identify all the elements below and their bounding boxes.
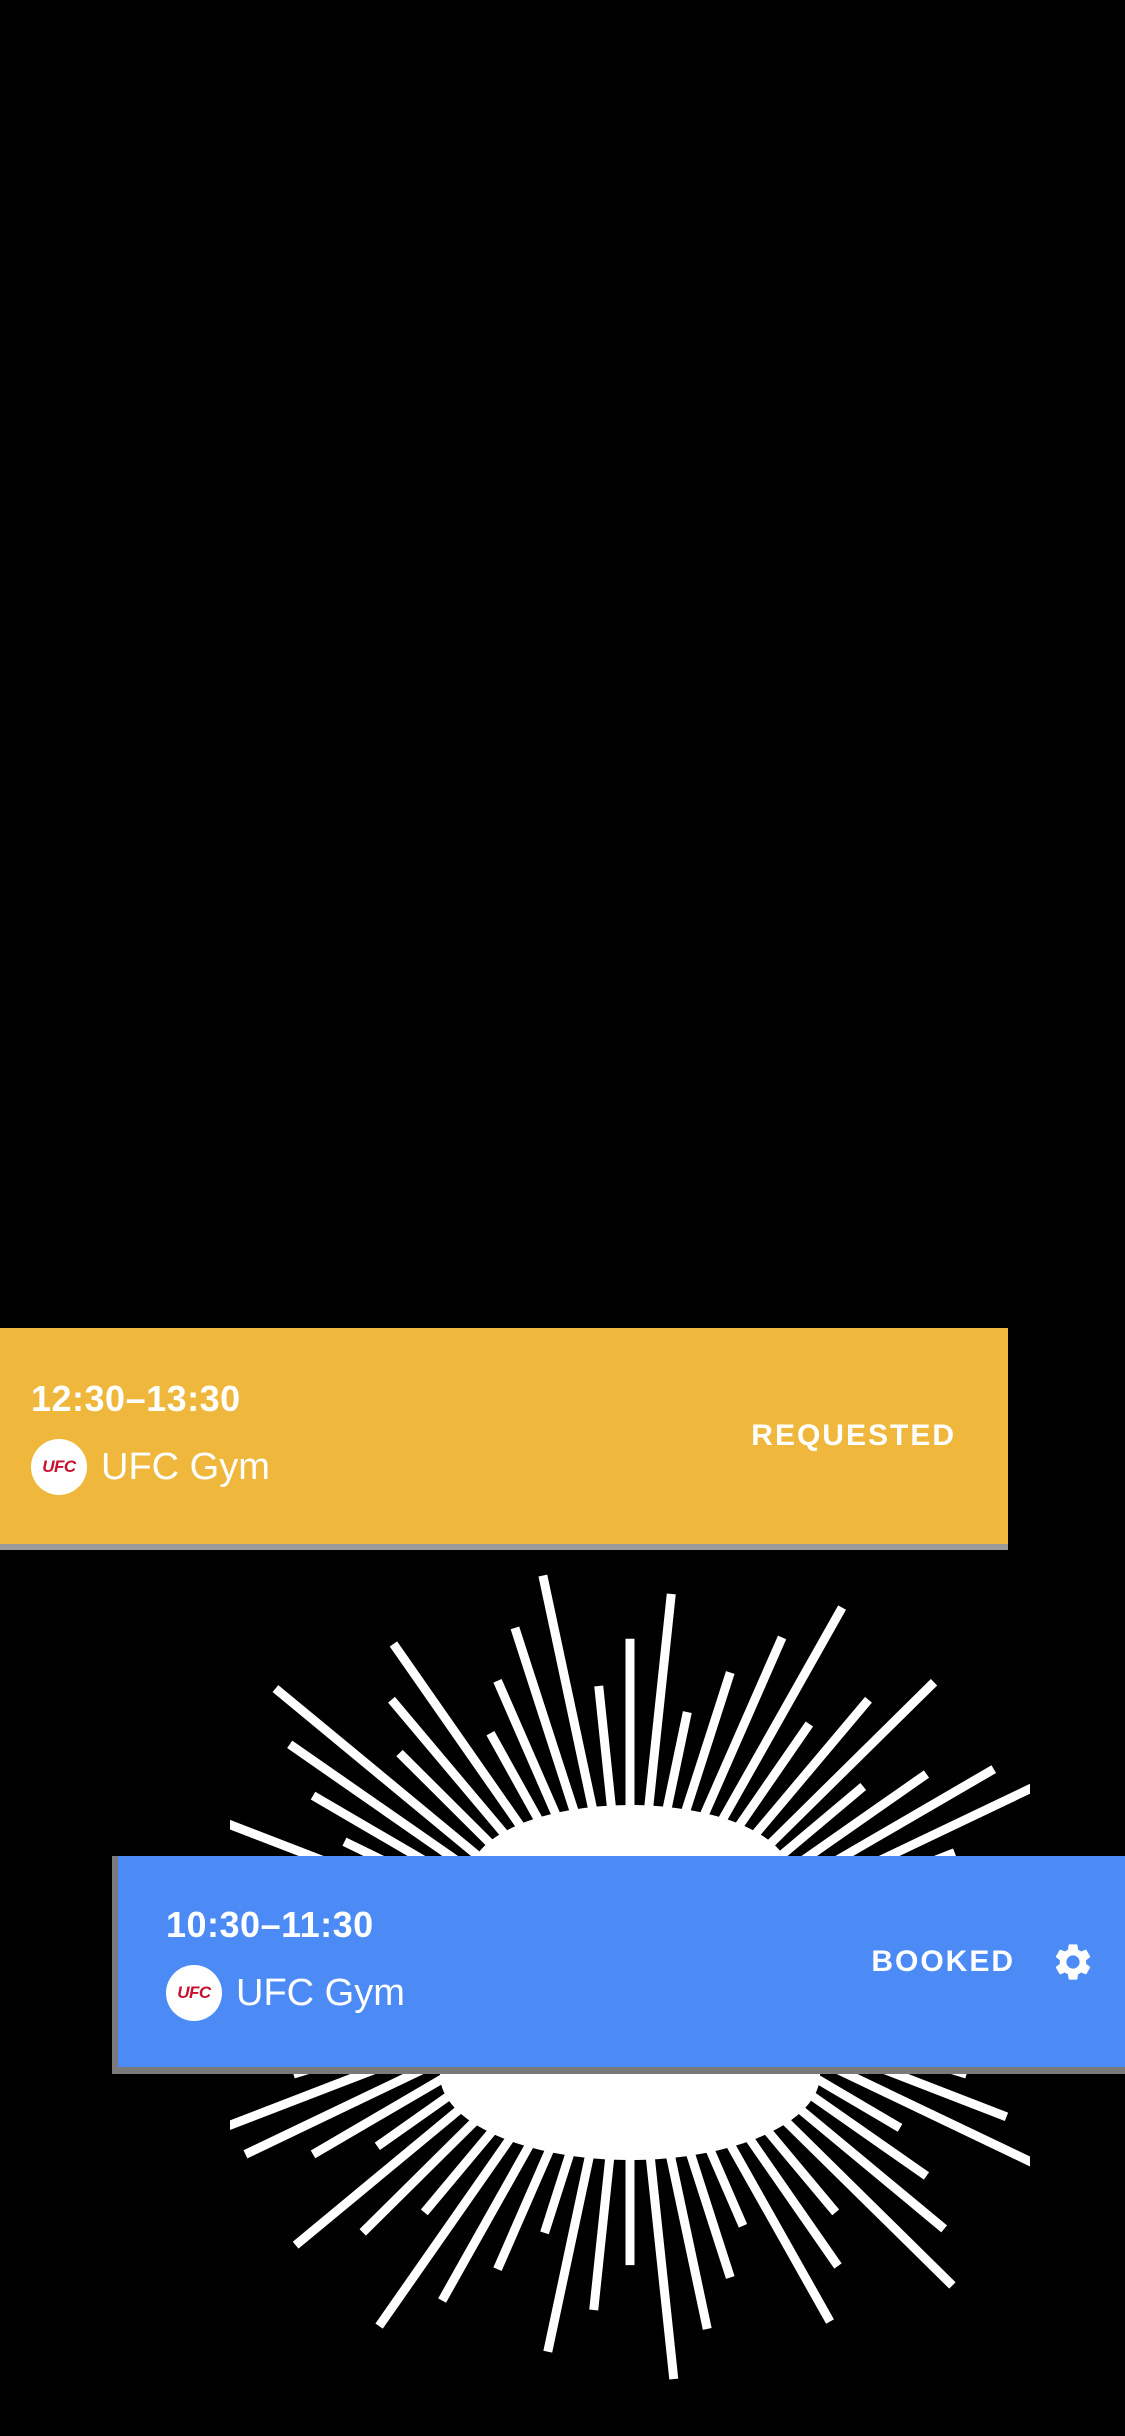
booking-time: 12:30–13:30 [31,1378,241,1419]
venue-name: UFC Gym [236,1971,405,2014]
booking-time: 10:30–11:30 [166,1903,374,1945]
booking-card-requested[interactable]: 12:30–13:30 UFC UFC Gym REQUESTED [0,1328,1008,1550]
venue-name: UFC Gym [101,1446,270,1488]
ufc-logo-icon: UFC [166,1964,222,2021]
booking-info: 12:30–13:30 UFC UFC Gym [31,1377,270,1495]
booking-status-area: BOOKED [871,1940,1095,1984]
gear-icon[interactable] [1051,1940,1095,1984]
booking-status-area: REQUESTED [751,1419,956,1453]
venue-row: UFC UFC Gym [31,1439,270,1495]
status-label: BOOKED [871,1944,1015,1978]
booking-card-booked[interactable]: 10:30–11:30 UFC UFC Gym BOOKED [112,1856,1125,2074]
status-label: REQUESTED [751,1419,956,1452]
booking-info: 10:30–11:30 UFC UFC Gym [166,1903,405,2021]
screen: 12:30–13:30 UFC UFC Gym REQUESTED 10:30–… [0,0,1125,2436]
venue-row: UFC UFC Gym [166,1964,405,2021]
ufc-logo-icon: UFC [31,1439,87,1495]
